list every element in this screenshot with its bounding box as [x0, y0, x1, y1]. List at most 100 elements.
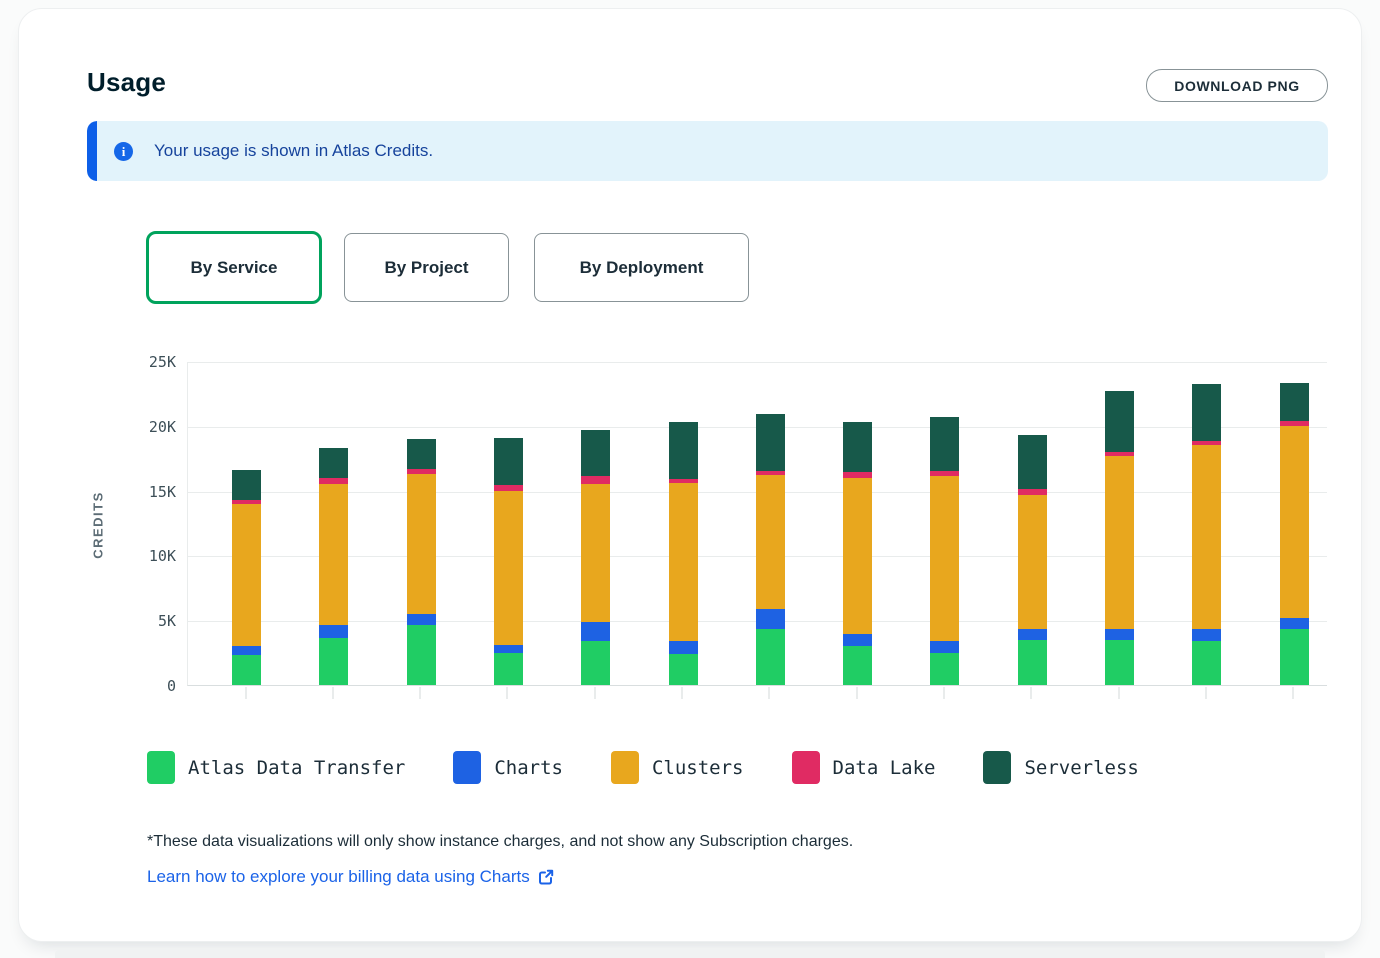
bar-segment-clusters: [930, 476, 959, 641]
bar: [756, 414, 785, 685]
bar-segment-charts: [319, 625, 348, 638]
bar-segment-serverless: [1105, 391, 1134, 452]
y-axis-tick-label: 15K: [114, 483, 176, 501]
bar-segment-serverless: [232, 470, 261, 500]
legend-swatch: [792, 751, 820, 784]
bar-segment-clusters: [232, 504, 261, 647]
y-axis-tick-label: 10K: [114, 547, 176, 565]
bar-segment-charts: [407, 614, 436, 626]
legend-item-atlas-data-transfer: Atlas Data Transfer: [147, 751, 405, 784]
bar-segment-charts: [930, 641, 959, 653]
x-axis-tick: [1205, 687, 1207, 699]
legend-item-charts: Charts: [453, 751, 563, 784]
bar-segment-charts: [1192, 629, 1221, 641]
bar-segment-serverless: [756, 414, 785, 471]
bar-segment-charts: [232, 646, 261, 655]
x-axis-tick: [1292, 687, 1294, 699]
bar-segment-serverless: [494, 438, 523, 486]
bar-segment-clusters: [1105, 456, 1134, 630]
x-axis-tick: [681, 687, 683, 699]
legend-label: Charts: [494, 757, 563, 779]
bar-segment-atlas-data-transfer: [930, 653, 959, 685]
x-axis-tick: [943, 687, 945, 699]
page-title: Usage: [87, 67, 166, 98]
charts-link-text: Learn how to explore your billing data u…: [147, 867, 530, 887]
bar-segment-serverless: [319, 448, 348, 478]
bar-segment-charts: [1018, 629, 1047, 639]
x-axis-tick: [768, 687, 770, 699]
bar-segment-serverless: [1018, 435, 1047, 489]
bar-segment-atlas-data-transfer: [1018, 640, 1047, 685]
bar: [1018, 435, 1047, 685]
bar-segment-clusters: [1192, 445, 1221, 629]
bar-segment-charts: [669, 641, 698, 654]
bar-segment-serverless: [407, 439, 436, 469]
legend-label: Atlas Data Transfer: [188, 757, 405, 779]
y-axis-tick-label: 0: [114, 677, 176, 695]
legend-swatch: [147, 751, 175, 784]
bar-segment-serverless: [581, 430, 610, 477]
bar-segment-clusters: [407, 474, 436, 614]
tab-by-deployment[interactable]: By Deployment: [534, 233, 749, 302]
bar-segment-serverless: [1280, 383, 1309, 421]
bar: [669, 422, 698, 685]
tab-by-project[interactable]: By Project: [344, 233, 509, 302]
bar-segment-charts: [843, 634, 872, 646]
y-axis-tick-label: 20K: [114, 418, 176, 436]
bar-segment-atlas-data-transfer: [669, 654, 698, 685]
external-link-icon: [538, 869, 554, 885]
x-axis-tick: [332, 687, 334, 699]
bar-segment-atlas-data-transfer: [1280, 629, 1309, 685]
download-png-button[interactable]: DOWNLOAD PNG: [1146, 69, 1328, 102]
legend-swatch: [453, 751, 481, 784]
bar-segment-atlas-data-transfer: [319, 638, 348, 685]
bar: [232, 470, 261, 685]
bar-segment-serverless: [1192, 384, 1221, 441]
y-axis-title: CREDITS: [91, 491, 106, 559]
y-axis-tick-label: 5K: [114, 612, 176, 630]
bar-segment-atlas-data-transfer: [1192, 641, 1221, 685]
bar: [581, 430, 610, 685]
bar: [843, 422, 872, 685]
bar: [407, 439, 436, 685]
bar-segment-data-lake: [581, 476, 610, 484]
banner-text: Your usage is shown in Atlas Credits.: [154, 141, 433, 161]
bar: [1105, 391, 1134, 685]
bar-segment-charts: [1280, 618, 1309, 630]
x-axis-tick: [1118, 687, 1120, 699]
bar-segment-clusters: [581, 484, 610, 621]
x-axis-tick: [506, 687, 508, 699]
plot-area: [187, 362, 1327, 686]
legend: Atlas Data TransferChartsClustersData La…: [147, 751, 1139, 784]
usage-card: Usage DOWNLOAD PNG i Your usage is shown…: [18, 8, 1362, 942]
x-axis-tick: [594, 687, 596, 699]
info-banner: i Your usage is shown in Atlas Credits.: [87, 121, 1328, 181]
bar: [494, 438, 523, 685]
legend-item-serverless: Serverless: [983, 751, 1138, 784]
bar-segment-atlas-data-transfer: [1105, 640, 1134, 685]
x-axis-tick: [245, 687, 247, 699]
tab-by-service[interactable]: By Service: [146, 231, 322, 304]
charts-docs-link[interactable]: Learn how to explore your billing data u…: [147, 867, 554, 887]
bar-segment-atlas-data-transfer: [232, 655, 261, 685]
bar-segment-charts: [1105, 629, 1134, 639]
bar-segment-charts: [756, 609, 785, 630]
x-axis-tick: [1030, 687, 1032, 699]
bar-segment-clusters: [319, 484, 348, 625]
bar-segment-charts: [581, 622, 610, 641]
info-icon: i: [114, 142, 133, 161]
bar-segment-clusters: [1018, 495, 1047, 630]
bar-segment-serverless: [669, 422, 698, 479]
bar: [930, 417, 959, 685]
bar-segment-clusters: [756, 475, 785, 608]
banner-accent-bar: [87, 121, 97, 181]
bar-segment-clusters: [494, 491, 523, 645]
footnote: *These data visualizations will only sho…: [147, 833, 853, 851]
legend-item-data-lake: Data Lake: [792, 751, 936, 784]
bar: [1192, 384, 1221, 685]
gridline: [188, 362, 1327, 363]
bar-segment-atlas-data-transfer: [756, 629, 785, 685]
bar-segment-charts: [494, 645, 523, 653]
bar-segment-atlas-data-transfer: [843, 646, 872, 685]
bar-segment-atlas-data-transfer: [494, 653, 523, 685]
